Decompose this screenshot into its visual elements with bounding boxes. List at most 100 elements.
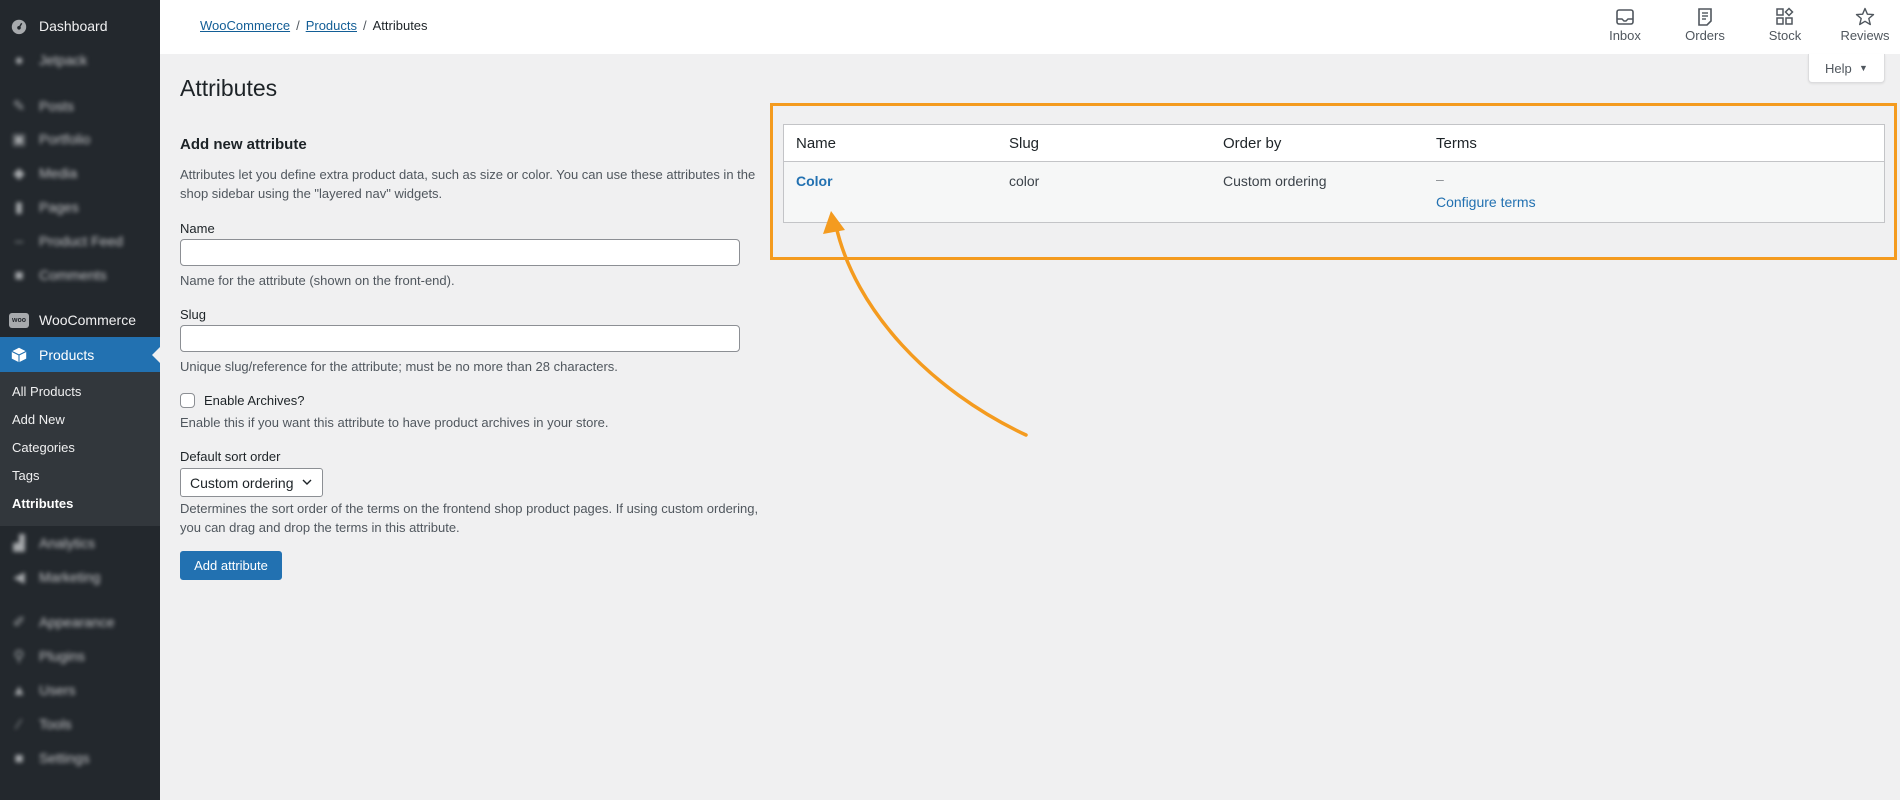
help-button[interactable]: Help ▼ [1808, 54, 1885, 83]
submenu-tags[interactable]: Tags [12, 468, 39, 483]
sidebar-item-label: Media [39, 165, 78, 181]
sidebar-item-label: Products [39, 347, 95, 363]
sort-order-value: Custom ordering [190, 474, 294, 491]
admin-sidebar: Dashboard ● Jetpack ✎ Posts ▣ Portfolio ◆ Me… [0, 0, 160, 800]
sidebar-item-settings[interactable]: ■ Settings [0, 742, 160, 774]
sidebar-item-label: Plugins [39, 648, 85, 664]
woo-icon: woo [9, 310, 29, 330]
jetpack-icon: ● [14, 51, 24, 69]
current-indicator [152, 347, 160, 363]
sidebar-item-label: Tools [39, 716, 72, 732]
submenu-attributes[interactable]: Attributes [12, 496, 73, 511]
sort-order-help: Determines the sort order of the terms o… [180, 501, 759, 535]
sidebar-item-label: Portfolio [39, 131, 91, 147]
activity-reviews[interactable]: Reviews [1833, 6, 1897, 43]
megaphone-icon: ◀ [13, 569, 25, 586]
activity-orders[interactable]: Orders [1673, 6, 1737, 43]
sidebar-item-label: Comments [39, 267, 107, 283]
box-icon [9, 345, 29, 365]
annotation-highlight-box [770, 103, 1897, 260]
sidebar-item-comments[interactable]: ■ Comments [0, 259, 160, 291]
form-heading: Add new attribute [180, 136, 307, 153]
activity-label: Orders [1685, 28, 1725, 43]
media-icon: ◆ [13, 165, 25, 182]
name-input[interactable] [180, 239, 740, 266]
breadcrumb-separator: / [363, 18, 367, 33]
activity-label: Inbox [1609, 28, 1641, 43]
sort-order-label: Default sort order [180, 449, 281, 464]
activity-label: Reviews [1840, 28, 1890, 43]
sidebar-item-marketing[interactable]: ◀ Marketing [0, 561, 160, 593]
sidebar-item-dashboard[interactable]: Dashboard [0, 10, 160, 42]
portfolio-icon: ▣ [11, 131, 27, 148]
sidebar-item-label: Marketing [39, 569, 101, 585]
woo-badge: woo [9, 312, 29, 328]
enable-archives-label[interactable]: Enable Archives? [204, 393, 304, 408]
sidebar-item-plugins[interactable]: ⚲ Plugins [0, 640, 160, 672]
sidebar-item-appearance[interactable]: ✐ Appearance [0, 606, 160, 638]
feed-icon: – [14, 232, 24, 250]
help-label: Help [1825, 60, 1852, 76]
pages-icon: ▮ [14, 199, 24, 216]
activity-stock[interactable]: Stock [1753, 6, 1817, 43]
breadcrumb-current: Attributes [372, 18, 428, 33]
page-title: Attributes [180, 75, 278, 101]
sidebar-item-products[interactable]: Products [0, 337, 160, 373]
name-help: Name for the attribute (shown on the fro… [180, 273, 455, 288]
sidebar-item-label: Jetpack [39, 52, 88, 68]
sidebar-item-label: WooCommerce [39, 312, 136, 328]
sidebar-item-woocommerce[interactable]: woo WooCommerce [0, 304, 160, 336]
star-icon [1833, 6, 1897, 28]
name-label: Name [180, 221, 215, 236]
sidebar-item-posts[interactable]: ✎ Posts [0, 90, 160, 122]
products-submenu: All Products Add New Categories Tags Att… [0, 372, 160, 526]
activity-label: Stock [1768, 28, 1802, 43]
submenu-all-products[interactable]: All Products [12, 384, 81, 399]
stock-icon [1753, 6, 1817, 28]
top-header: WooCommerce / Products / Attributes Inbox Or… [160, 0, 1900, 54]
sidebar-item-jetpack[interactable]: ● Jetpack [0, 44, 160, 76]
settings-icon: ■ [14, 749, 24, 767]
sidebar-item-media[interactable]: ◆ Media [0, 157, 160, 189]
comments-icon: ■ [14, 266, 24, 284]
slug-help: Unique slug/reference for the attribute;… [180, 359, 618, 374]
inbox-icon [1593, 6, 1657, 28]
chevron-down-icon [302, 477, 312, 489]
form-intro: Attributes let you define extra product … [180, 167, 756, 201]
slug-label: Slug [180, 307, 207, 322]
sort-order-select[interactable]: Custom ordering [180, 468, 323, 497]
add-attribute-button[interactable]: Add attribute [180, 551, 282, 580]
sidebar-item-pages[interactable]: ▮ Pages [0, 191, 160, 223]
submenu-add-new[interactable]: Add New [12, 412, 65, 427]
sidebar-item-label: Appearance [39, 614, 115, 630]
breadcrumb-separator: / [296, 18, 300, 33]
dashboard-icon [9, 16, 29, 36]
sidebar-item-portfolio[interactable]: ▣ Portfolio [0, 123, 160, 155]
sidebar-item-tools[interactable]: ⁄ Tools [0, 708, 160, 740]
slug-input[interactable] [180, 325, 740, 352]
breadcrumb-woocommerce[interactable]: WooCommerce [200, 18, 290, 33]
breadcrumb-products[interactable]: Products [306, 18, 357, 33]
plugin-icon: ⚲ [13, 648, 25, 665]
sidebar-item-label: Dashboard [39, 18, 108, 34]
sidebar-item-label: Users [39, 682, 76, 698]
submenu-categories[interactable]: Categories [12, 440, 75, 455]
breadcrumb: WooCommerce / Products / Attributes [200, 18, 428, 33]
pin-icon: ✎ [12, 98, 26, 115]
sidebar-item-label: Posts [39, 98, 75, 114]
sidebar-item-label: Analytics [39, 535, 96, 551]
archives-help: Enable this if you want this attribute t… [180, 415, 609, 430]
wrench-icon: ⁄ [17, 715, 21, 733]
enable-archives-checkbox[interactable] [180, 393, 195, 408]
sidebar-item-label: Product Feed [39, 233, 124, 249]
sidebar-item-analytics[interactable]: ▟ Analytics [0, 527, 160, 559]
analytics-icon: ▟ [13, 535, 25, 552]
user-icon: ▲ [11, 681, 27, 699]
sidebar-item-label: Pages [39, 199, 79, 215]
orders-icon [1673, 6, 1737, 28]
sidebar-item-label: Settings [39, 750, 90, 766]
sidebar-item-product-feed[interactable]: – Product Feed [0, 225, 160, 257]
activity-inbox[interactable]: Inbox [1593, 6, 1657, 43]
caret-down-icon: ▼ [1859, 63, 1868, 73]
sidebar-item-users[interactable]: ▲ Users [0, 674, 160, 706]
